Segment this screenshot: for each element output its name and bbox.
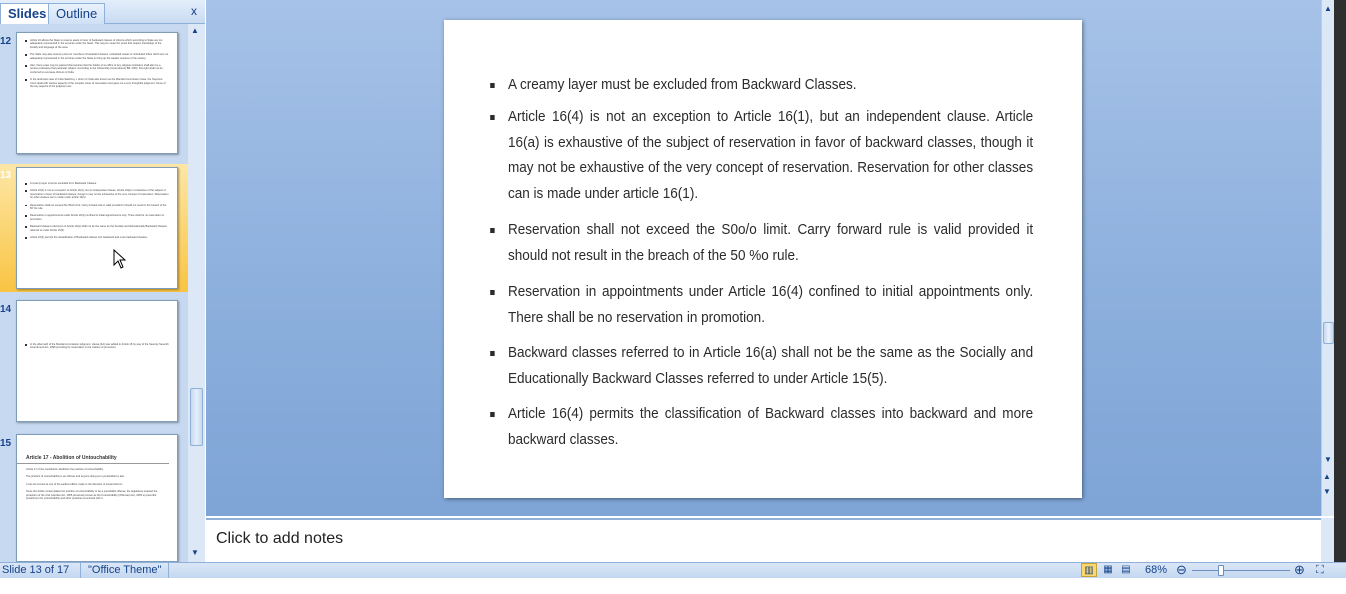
slide-bullet-text: Backward classes referred to in Article … [508, 344, 1034, 387]
zoom-slider-thumb[interactable] [1218, 565, 1224, 576]
thumbnail-bullet: Article 16 allows the State to reserve s… [25, 39, 169, 49]
slide-sorter-icon[interactable]: ▦ [1100, 563, 1116, 577]
scroll-up-icon[interactable]: ▲ [191, 26, 199, 35]
theme-name[interactable]: "Office Theme" [88, 564, 161, 576]
slide-bullet-text: Reservation shall not exceed the S0o/o l… [508, 221, 1034, 264]
slide-bullet-item[interactable]: Reservation in appointments under Articl… [490, 279, 1034, 330]
close-icon[interactable]: x [191, 4, 197, 18]
status-divider [80, 563, 81, 578]
slide-thumbnail-row-selected[interactable]: 13 A creamy layer must be excluded from … [0, 164, 188, 292]
slide-thumbnail[interactable]: In the aftermath of the Mandal commissio… [16, 300, 178, 422]
thumbnail-bullet: Reservation in appointments under Articl… [25, 214, 169, 221]
slide-bullet-text: Article 16(4) permits the classification… [508, 405, 1034, 448]
thumbnail-paragraph: It can be termed as one of the earliest … [26, 482, 123, 486]
bullet-square-icon [490, 115, 495, 120]
notes-placeholder[interactable]: Click to add notes [216, 530, 343, 548]
slide-bullet-text: A creamy layer must be excluded from Bac… [508, 76, 857, 93]
next-slide-icon[interactable]: ▼ [1323, 487, 1331, 496]
slide-thumbnail[interactable]: Article 16 allows the State to reserve s… [16, 32, 178, 154]
mouse-cursor-icon [113, 249, 127, 269]
thumbnail-bullet: Backward classes referred to in Article … [25, 225, 169, 232]
thumbnail-scrollbar[interactable]: ▲ ▼ [188, 24, 205, 562]
thumbnail-bullet: Article 16(4) permits the classification… [25, 236, 169, 239]
fit-to-window-icon[interactable]: ⛶ [1316, 564, 1324, 577]
desktop-strip [0, 578, 1346, 594]
slide-editor-area: A creamy layer must be excluded from Bac… [206, 0, 1321, 516]
scrollbar-thumb[interactable] [1323, 322, 1334, 344]
scrollbar-thumb[interactable] [190, 388, 203, 446]
thumbnail-bullet: Article 16(4) is not an exception to Art… [25, 189, 169, 199]
slide-thumbnail[interactable]: Article 17 - Abolition of Untouchability… [16, 434, 178, 562]
slide-thumbnail-row[interactable]: 12 Article 16 allows the State to reserv… [0, 24, 188, 162]
slide-bullet-text: Article 16(4) is not an exception to Art… [508, 108, 1034, 202]
slide-thumbnail-row[interactable]: 14 In the aftermath of the Mandal commis… [0, 294, 188, 426]
slides-pane: Slides Outline x 12 Article 16 allows th… [0, 0, 205, 562]
slide-thumbnail-list: 12 Article 16 allows the State to reserv… [0, 24, 188, 562]
tab-slides[interactable]: Slides [0, 3, 55, 24]
status-divider [168, 563, 169, 578]
notes-pane[interactable]: Click to add notes [206, 518, 1321, 562]
status-bar: Slide 13 of 17 "Office Theme" ▥ ▦ ▤ 68% … [0, 562, 1346, 578]
zoom-out-icon[interactable]: ⊖ [1176, 562, 1187, 578]
scroll-up-icon[interactable]: ▲ [1324, 4, 1332, 13]
thumbnail-paragraph: The practice of untouchability is an off… [26, 475, 125, 479]
zoom-slider[interactable] [1192, 570, 1290, 571]
notes-scrollbar[interactable] [1321, 518, 1334, 562]
pane-tabs: Slides Outline x [0, 0, 205, 24]
slide-bullet-item[interactable]: Article 16(4) permits the classification… [490, 401, 1034, 452]
zoom-in-icon[interactable]: ⊕ [1294, 562, 1305, 578]
slide-bullet-item[interactable]: Article 16(4) is not an exception to Art… [490, 104, 1034, 206]
thumbnail-bullet: Reservation shall not exceed the 50o/o l… [25, 204, 169, 211]
bullet-square-icon [490, 351, 495, 356]
bullet-square-icon [490, 228, 495, 233]
slide-thumbnail[interactable]: A creamy layer must be excluded from Bac… [16, 167, 178, 289]
slide-bullet-item[interactable]: Reservation shall not exceed the S0o/o l… [490, 217, 1034, 268]
thumbnail-paragraph: Article 17 of the constitution abolishes… [26, 468, 104, 471]
normal-view-icon[interactable]: ▥ [1081, 563, 1097, 577]
slide-number: 14 [0, 304, 12, 315]
slide-show-icon[interactable]: ▤ [1118, 563, 1134, 577]
thumbnail-paragraph: Since the Article contemplates the pract… [26, 490, 158, 501]
thumbnail-bullet: A creamy layer must be excluded from Bac… [25, 182, 169, 185]
window-edge [1334, 0, 1346, 562]
bullet-square-icon [490, 290, 495, 295]
bullet-square-icon [490, 412, 495, 417]
bullet-square-icon [490, 83, 495, 88]
zoom-level[interactable]: 68% [1145, 564, 1167, 576]
slide-number: 12 [0, 36, 12, 47]
current-slide[interactable]: A creamy layer must be excluded from Bac… [444, 20, 1082, 498]
slide-bullet-item[interactable]: A creamy layer must be excluded from Bac… [490, 72, 1033, 98]
tab-outline[interactable]: Outline [48, 3, 106, 24]
thumbnail-bullet: The State may also reserve posts for mem… [25, 53, 169, 60]
scroll-down-icon[interactable]: ▼ [191, 548, 199, 557]
slide-position-indicator: Slide 13 of 17 [2, 564, 70, 576]
thumbnail-title: Article 17 - Abolition of Untouchability [17, 435, 169, 464]
thumbnail-bullet: Also, there a law may be passed that req… [25, 64, 169, 74]
scroll-down-icon[interactable]: ▼ [1324, 455, 1332, 464]
slide-bullet-item[interactable]: Backward classes referred to in Article … [490, 340, 1034, 391]
slide-thumbnail-row[interactable]: 15 Article 17 - Abolition of Untouchabil… [0, 428, 188, 562]
slide-number: 15 [0, 438, 12, 449]
slide-number: 13 [0, 170, 12, 181]
slide-scrollbar[interactable]: ▲ ▼ ▲ ▼ [1321, 0, 1334, 516]
thumbnail-bullet: In the aftermath of the Mandal commissio… [25, 343, 169, 350]
previous-slide-icon[interactable]: ▲ [1323, 472, 1331, 481]
thumbnail-bullet: In the landmark case of Indra Sawhney v … [25, 78, 169, 88]
slide-bullet-text: Reservation in appointments under Articl… [508, 283, 1034, 326]
